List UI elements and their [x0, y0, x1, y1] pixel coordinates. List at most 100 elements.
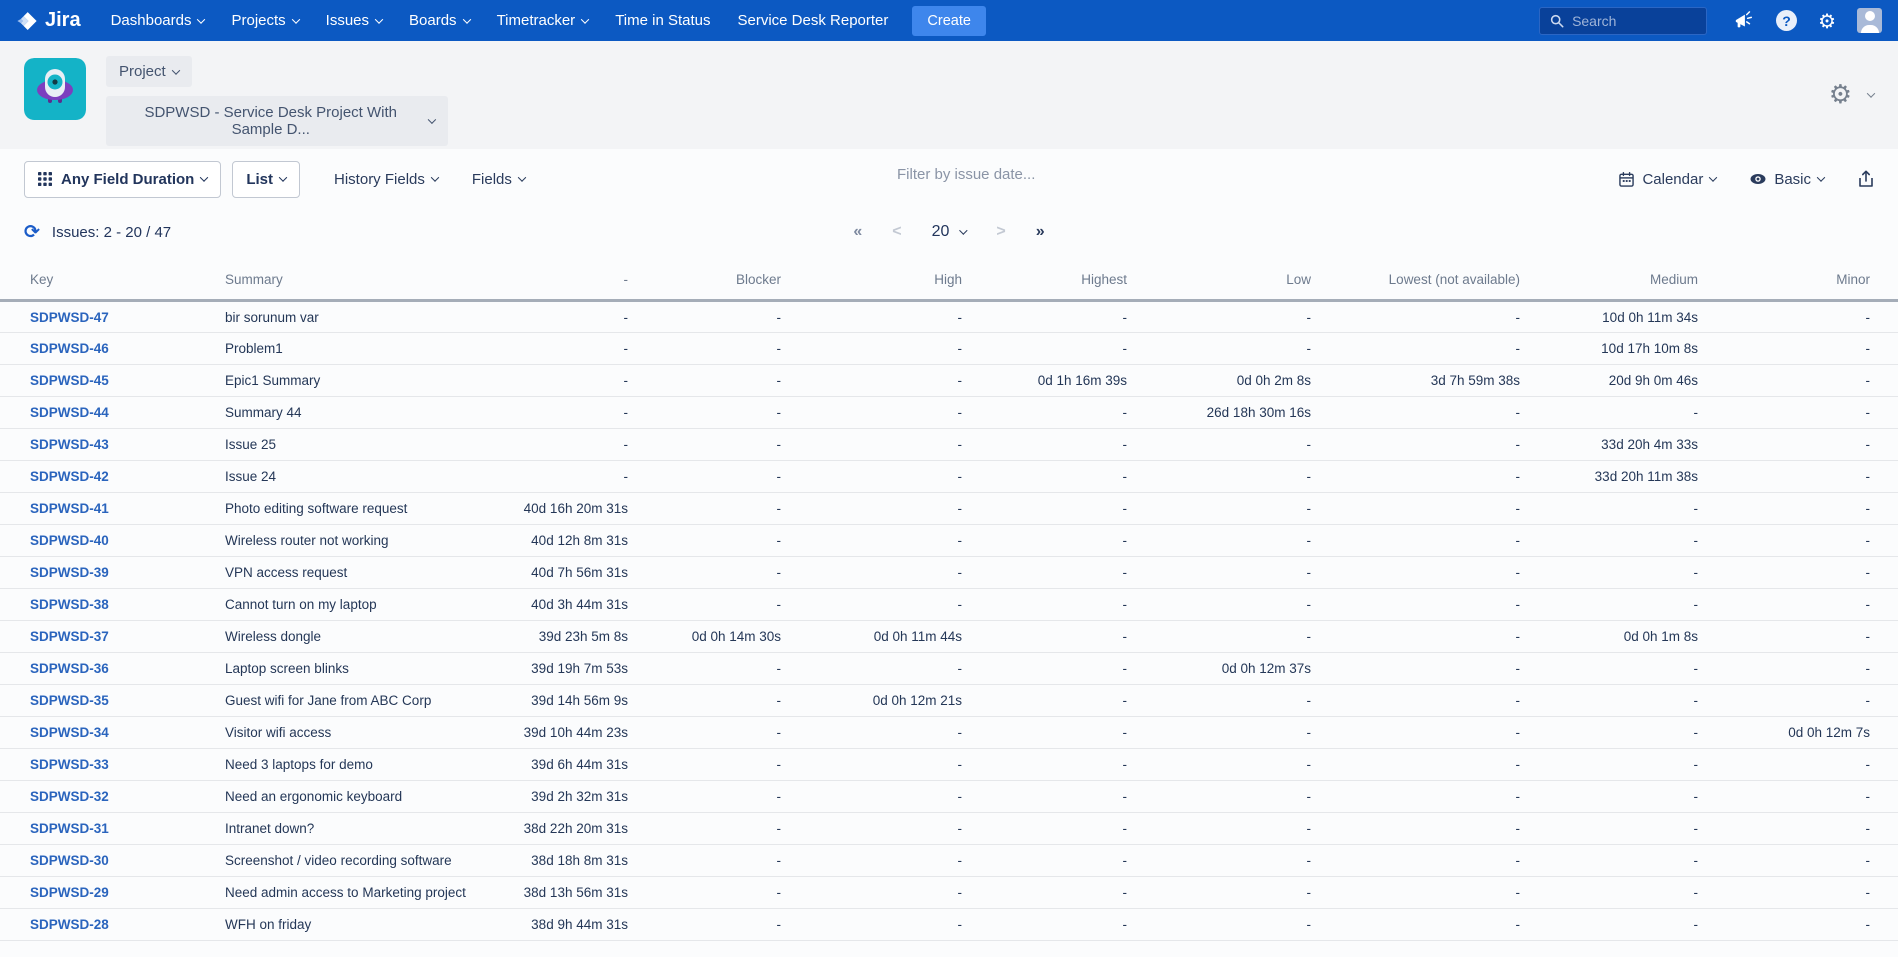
settings-gear-icon[interactable]: ⚙: [1818, 11, 1836, 31]
issue-summary: Need an ergonomic keyboard: [225, 781, 505, 813]
issue-key-link[interactable]: SDPWSD-46: [30, 341, 109, 356]
column-header[interactable]: Key: [0, 262, 225, 301]
chevron-down-icon[interactable]: [1867, 89, 1875, 97]
issue-key-link[interactable]: SDPWSD-33: [30, 757, 109, 772]
duration-cell: -: [505, 301, 628, 333]
column-header[interactable]: Minor: [1698, 262, 1898, 301]
duration-cell: -: [628, 461, 781, 493]
pagination: « < 20 > »: [853, 223, 1044, 241]
create-button[interactable]: Create: [912, 6, 986, 36]
nav-item-time-in-status[interactable]: Time in Status: [615, 12, 710, 29]
table-row: SDPWSD-42Issue 24------33d 20h 11m 38s-: [0, 461, 1898, 493]
nav-item-issues[interactable]: Issues: [326, 12, 382, 29]
duration-cell: -: [505, 461, 628, 493]
issue-key-link[interactable]: SDPWSD-47: [30, 310, 109, 325]
duration-cell: -: [1698, 557, 1898, 589]
primary-nav: Dashboards Projects Issues Boards Timetr…: [111, 12, 889, 29]
issue-summary: Need admin access to Marketing project: [225, 877, 505, 909]
user-avatar[interactable]: [1857, 8, 1882, 33]
first-page-button[interactable]: «: [853, 223, 862, 241]
duration-cell: -: [1698, 397, 1898, 429]
nav-item-boards[interactable]: Boards: [409, 12, 470, 29]
duration-cell: -: [781, 717, 962, 749]
announcements-icon[interactable]: [1733, 11, 1755, 31]
issue-key-link[interactable]: SDPWSD-31: [30, 821, 109, 836]
issue-key-link[interactable]: SDPWSD-28: [30, 917, 109, 932]
duration-cell: -: [1698, 845, 1898, 877]
duration-cell: -: [1311, 749, 1520, 781]
search-icon: [1550, 14, 1564, 28]
column-header[interactable]: Medium: [1520, 262, 1698, 301]
duration-cell: -: [1698, 589, 1898, 621]
previous-page-button[interactable]: <: [892, 223, 901, 241]
nav-item-dashboards[interactable]: Dashboards: [111, 12, 205, 29]
refresh-icon[interactable]: ⟳: [24, 223, 40, 242]
duration-cell: 39d 19h 7m 53s: [505, 653, 628, 685]
column-header[interactable]: Lowest (not available): [1311, 262, 1520, 301]
issue-key-link[interactable]: SDPWSD-44: [30, 405, 109, 420]
issue-key-link[interactable]: SDPWSD-30: [30, 853, 109, 868]
report-type-dropdown[interactable]: Any Field Duration: [24, 161, 221, 198]
duration-cell: -: [1127, 685, 1311, 717]
search-input[interactable]: [1572, 13, 1687, 29]
column-header[interactable]: Blocker: [628, 262, 781, 301]
column-header[interactable]: Summary: [225, 262, 505, 301]
project-select-dropdown[interactable]: SDPWSD - Service Desk Project With Sampl…: [106, 96, 448, 146]
issue-key-link[interactable]: SDPWSD-36: [30, 661, 109, 676]
issues-count: Issues: 2 - 20 / 47: [52, 224, 171, 241]
issue-date-filter-input[interactable]: [897, 166, 1197, 183]
issue-key-link[interactable]: SDPWSD-45: [30, 373, 109, 388]
issue-key-link[interactable]: SDPWSD-41: [30, 501, 109, 516]
duration-cell: -: [962, 653, 1127, 685]
jira-logo[interactable]: Jira: [16, 9, 81, 32]
next-page-button[interactable]: >: [996, 223, 1005, 241]
duration-cell: -: [781, 909, 962, 941]
duration-cell: -: [1311, 845, 1520, 877]
fields-dropdown[interactable]: Fields: [472, 171, 525, 188]
project-settings-gear-icon[interactable]: ⚙: [1829, 82, 1852, 108]
table-row: SDPWSD-40Wireless router not working40d …: [0, 525, 1898, 557]
global-search[interactable]: [1539, 7, 1707, 35]
issue-key-link[interactable]: SDPWSD-43: [30, 437, 109, 452]
duration-cell: 10d 17h 10m 8s: [1520, 333, 1698, 365]
calendar-dropdown[interactable]: Calendar: [1619, 171, 1716, 188]
duration-cell: -: [1520, 749, 1698, 781]
help-icon[interactable]: ?: [1776, 10, 1797, 31]
last-page-button[interactable]: »: [1036, 223, 1045, 241]
issue-key-link[interactable]: SDPWSD-29: [30, 885, 109, 900]
duration-cell: 20d 9h 0m 46s: [1520, 365, 1698, 397]
column-header[interactable]: Highest: [962, 262, 1127, 301]
issue-key-link[interactable]: SDPWSD-40: [30, 533, 109, 548]
issue-key-link[interactable]: SDPWSD-35: [30, 693, 109, 708]
table-row: SDPWSD-44Summary 44----26d 18h 30m 16s--…: [0, 397, 1898, 429]
page-size-dropdown[interactable]: 20: [932, 223, 967, 241]
issue-key-link[interactable]: SDPWSD-42: [30, 469, 109, 484]
nav-item-projects[interactable]: Projects: [231, 12, 298, 29]
issue-key-link[interactable]: SDPWSD-32: [30, 789, 109, 804]
nav-item-timetracker[interactable]: Timetracker: [497, 12, 589, 29]
duration-cell: 40d 16h 20m 31s: [505, 493, 628, 525]
nav-item-service-desk-reporter[interactable]: Service Desk Reporter: [738, 12, 889, 29]
duration-cell: -: [781, 557, 962, 589]
view-type-dropdown[interactable]: List: [232, 161, 300, 198]
column-header[interactable]: Low: [1127, 262, 1311, 301]
issue-summary: Wireless router not working: [225, 525, 505, 557]
duration-cell: -: [1698, 749, 1898, 781]
column-header[interactable]: High: [781, 262, 962, 301]
history-fields-dropdown[interactable]: History Fields: [334, 171, 438, 188]
issue-key-link[interactable]: SDPWSD-37: [30, 629, 109, 644]
duration-cell: -: [781, 749, 962, 781]
duration-cell: -: [1127, 877, 1311, 909]
issue-key-link[interactable]: SDPWSD-38: [30, 597, 109, 612]
issue-key-link[interactable]: SDPWSD-34: [30, 725, 109, 740]
duration-cell: -: [1698, 429, 1898, 461]
export-icon[interactable]: [1858, 170, 1874, 188]
view-mode-dropdown[interactable]: Basic: [1750, 171, 1824, 188]
duration-cell: -: [962, 333, 1127, 365]
issue-key-link[interactable]: SDPWSD-39: [30, 565, 109, 580]
duration-cell: -: [1520, 781, 1698, 813]
column-header[interactable]: -: [505, 262, 628, 301]
scope-dropdown[interactable]: Project: [106, 56, 192, 87]
duration-cell: -: [1698, 333, 1898, 365]
toolbar-right-group: Calendar Basic: [1619, 170, 1874, 188]
